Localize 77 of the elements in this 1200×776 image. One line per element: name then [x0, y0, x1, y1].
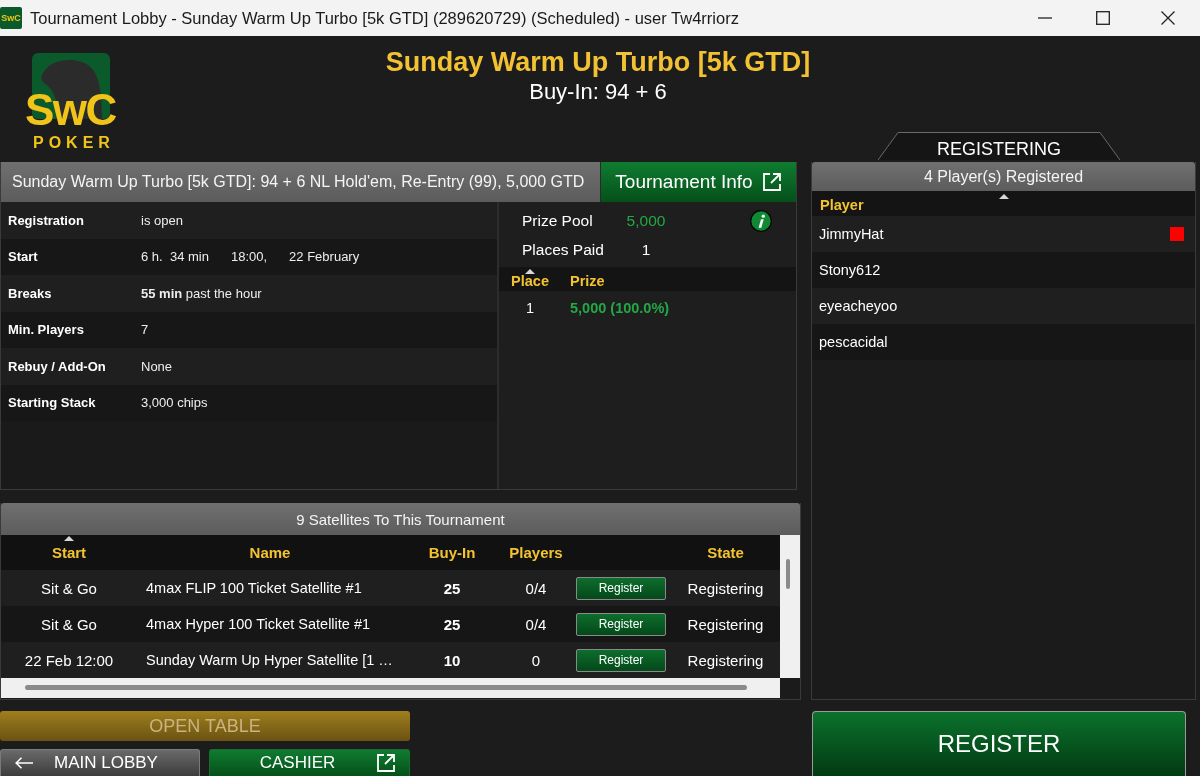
detail-value: None	[141, 358, 173, 374]
table-cell-text: 0/4	[524, 615, 548, 633]
register-button[interactable]: Register	[576, 648, 666, 672]
status-banner: REGISTERING	[878, 132, 1120, 160]
detail-label: Rebuy / Add-On	[7, 358, 107, 374]
detail-value: 18:00,	[230, 249, 268, 265]
maximize-icon[interactable]	[1096, 11, 1110, 25]
register-button[interactable]: Register	[576, 612, 666, 636]
tournament-info-button[interactable]: Tournament Info	[600, 162, 796, 202]
info-icon[interactable]	[750, 209, 772, 232]
table-cell-text: Sit & Go	[40, 615, 98, 633]
sort-arrow-icon[interactable]	[525, 269, 535, 274]
scrollbar-thumb[interactable]	[786, 559, 790, 589]
external-link-icon	[376, 753, 397, 773]
table-cell-text: Registering	[686, 615, 765, 633]
player-name: JimmyHat	[819, 226, 884, 242]
table-cell-text: 22 Feb 12:00	[23, 651, 115, 669]
column-header[interactable]: Player	[820, 197, 864, 213]
scrollbar-thumb[interactable]	[25, 685, 747, 690]
detail-label: Breaks	[7, 285, 53, 301]
table-cell-text: 0/4	[524, 579, 548, 597]
detail-value: 7	[141, 322, 149, 338]
column-header[interactable]: Buy-In	[428, 536, 476, 561]
detail-value: 55 min past the hour	[141, 285, 262, 301]
table-cell-text: 25	[442, 615, 462, 633]
table-cell-text: 25	[442, 579, 462, 597]
table-cell-text: Sunday Warm Up Hyper Satellite [1 …	[145, 652, 394, 668]
table-cell-text: 0	[530, 651, 542, 669]
column-header[interactable]: State	[707, 536, 744, 561]
column-header[interactable]: Start	[51, 536, 87, 561]
places-paid-value: 1	[640, 240, 652, 259]
table-cell-text: 4max Hyper 100 Ticket Satellite #1	[145, 616, 372, 632]
table-cell-text: Registering	[686, 651, 765, 669]
table-cell-text: Sit & Go	[40, 579, 98, 597]
buy-in-text: Buy-In: 94 + 6	[529, 79, 667, 105]
detail-value: 22 February	[289, 249, 360, 265]
register-button[interactable]: REGISTER	[812, 711, 1186, 776]
sort-arrow-icon[interactable]	[64, 536, 74, 541]
tournament-summary: Sunday Warm Up Turbo [5k GTD]: 94 + 6 NL Hold'em, Re-Entry (99), 5,000 GTD	[11, 172, 586, 192]
places-paid-label: Places Paid	[522, 240, 605, 259]
main-lobby-button[interactable]: MAIN LOBBY	[0, 749, 200, 776]
tournament-title: Sunday Warm Up Turbo [5k GTD]	[385, 46, 811, 79]
table-cell-text: Registering	[686, 579, 765, 597]
prize-pool-value: 5,000	[625, 211, 667, 230]
close-icon[interactable]	[1161, 11, 1175, 25]
player-name: Stony612	[819, 262, 881, 278]
detail-label: Registration	[7, 212, 85, 228]
detail-label: Min. Players	[7, 322, 85, 338]
column-header[interactable]: Prize	[570, 269, 605, 290]
vertical-scrollbar[interactable]	[780, 535, 800, 678]
table-cell-text: 10	[442, 651, 462, 669]
logo-text: SwC	[25, 87, 116, 133]
prize-pool-label: Prize Pool	[522, 211, 594, 230]
horizontal-scrollbar[interactable]	[1, 678, 780, 698]
place-cell-text: 1	[524, 300, 536, 316]
sort-arrow-icon[interactable]	[998, 194, 1009, 199]
table-cell-text: 4max FLIP 100 Ticket Satellite #1	[145, 580, 363, 596]
column-header[interactable]: Players	[509, 536, 563, 561]
panel-title: 4 Player(s) Registered	[923, 167, 1084, 186]
external-link-icon	[761, 172, 782, 192]
column-header[interactable]: Place	[511, 269, 549, 290]
cashier-button[interactable]: CASHIER	[209, 749, 410, 776]
detail-value: 3,000 chips	[141, 395, 208, 411]
left-arrow-icon	[15, 757, 33, 769]
column-header[interactable]: Name	[249, 536, 291, 561]
player-name: pescacidal	[819, 334, 888, 350]
app-logo: SwC	[0, 7, 22, 29]
logo-subtitle: POKER	[33, 134, 115, 152]
detail-label: Starting Stack	[7, 395, 97, 411]
register-button[interactable]: Register	[576, 576, 666, 600]
detail-value: is open	[141, 212, 183, 228]
panel-title: 9 Satellites To This Tournament	[296, 510, 505, 528]
window-title: Tournament Lobby - Sunday Warm Up Turbo [5k GTD] (289620729) (Scheduled) - user Tw4rriorz	[30, 8, 740, 28]
detail-label: Start	[7, 249, 39, 265]
prize-cell-text: 5,000 (100.0%)	[569, 300, 670, 316]
player-name: eyeacheyoo	[819, 298, 898, 314]
detail-value: 6 h. 34 min	[141, 249, 209, 265]
